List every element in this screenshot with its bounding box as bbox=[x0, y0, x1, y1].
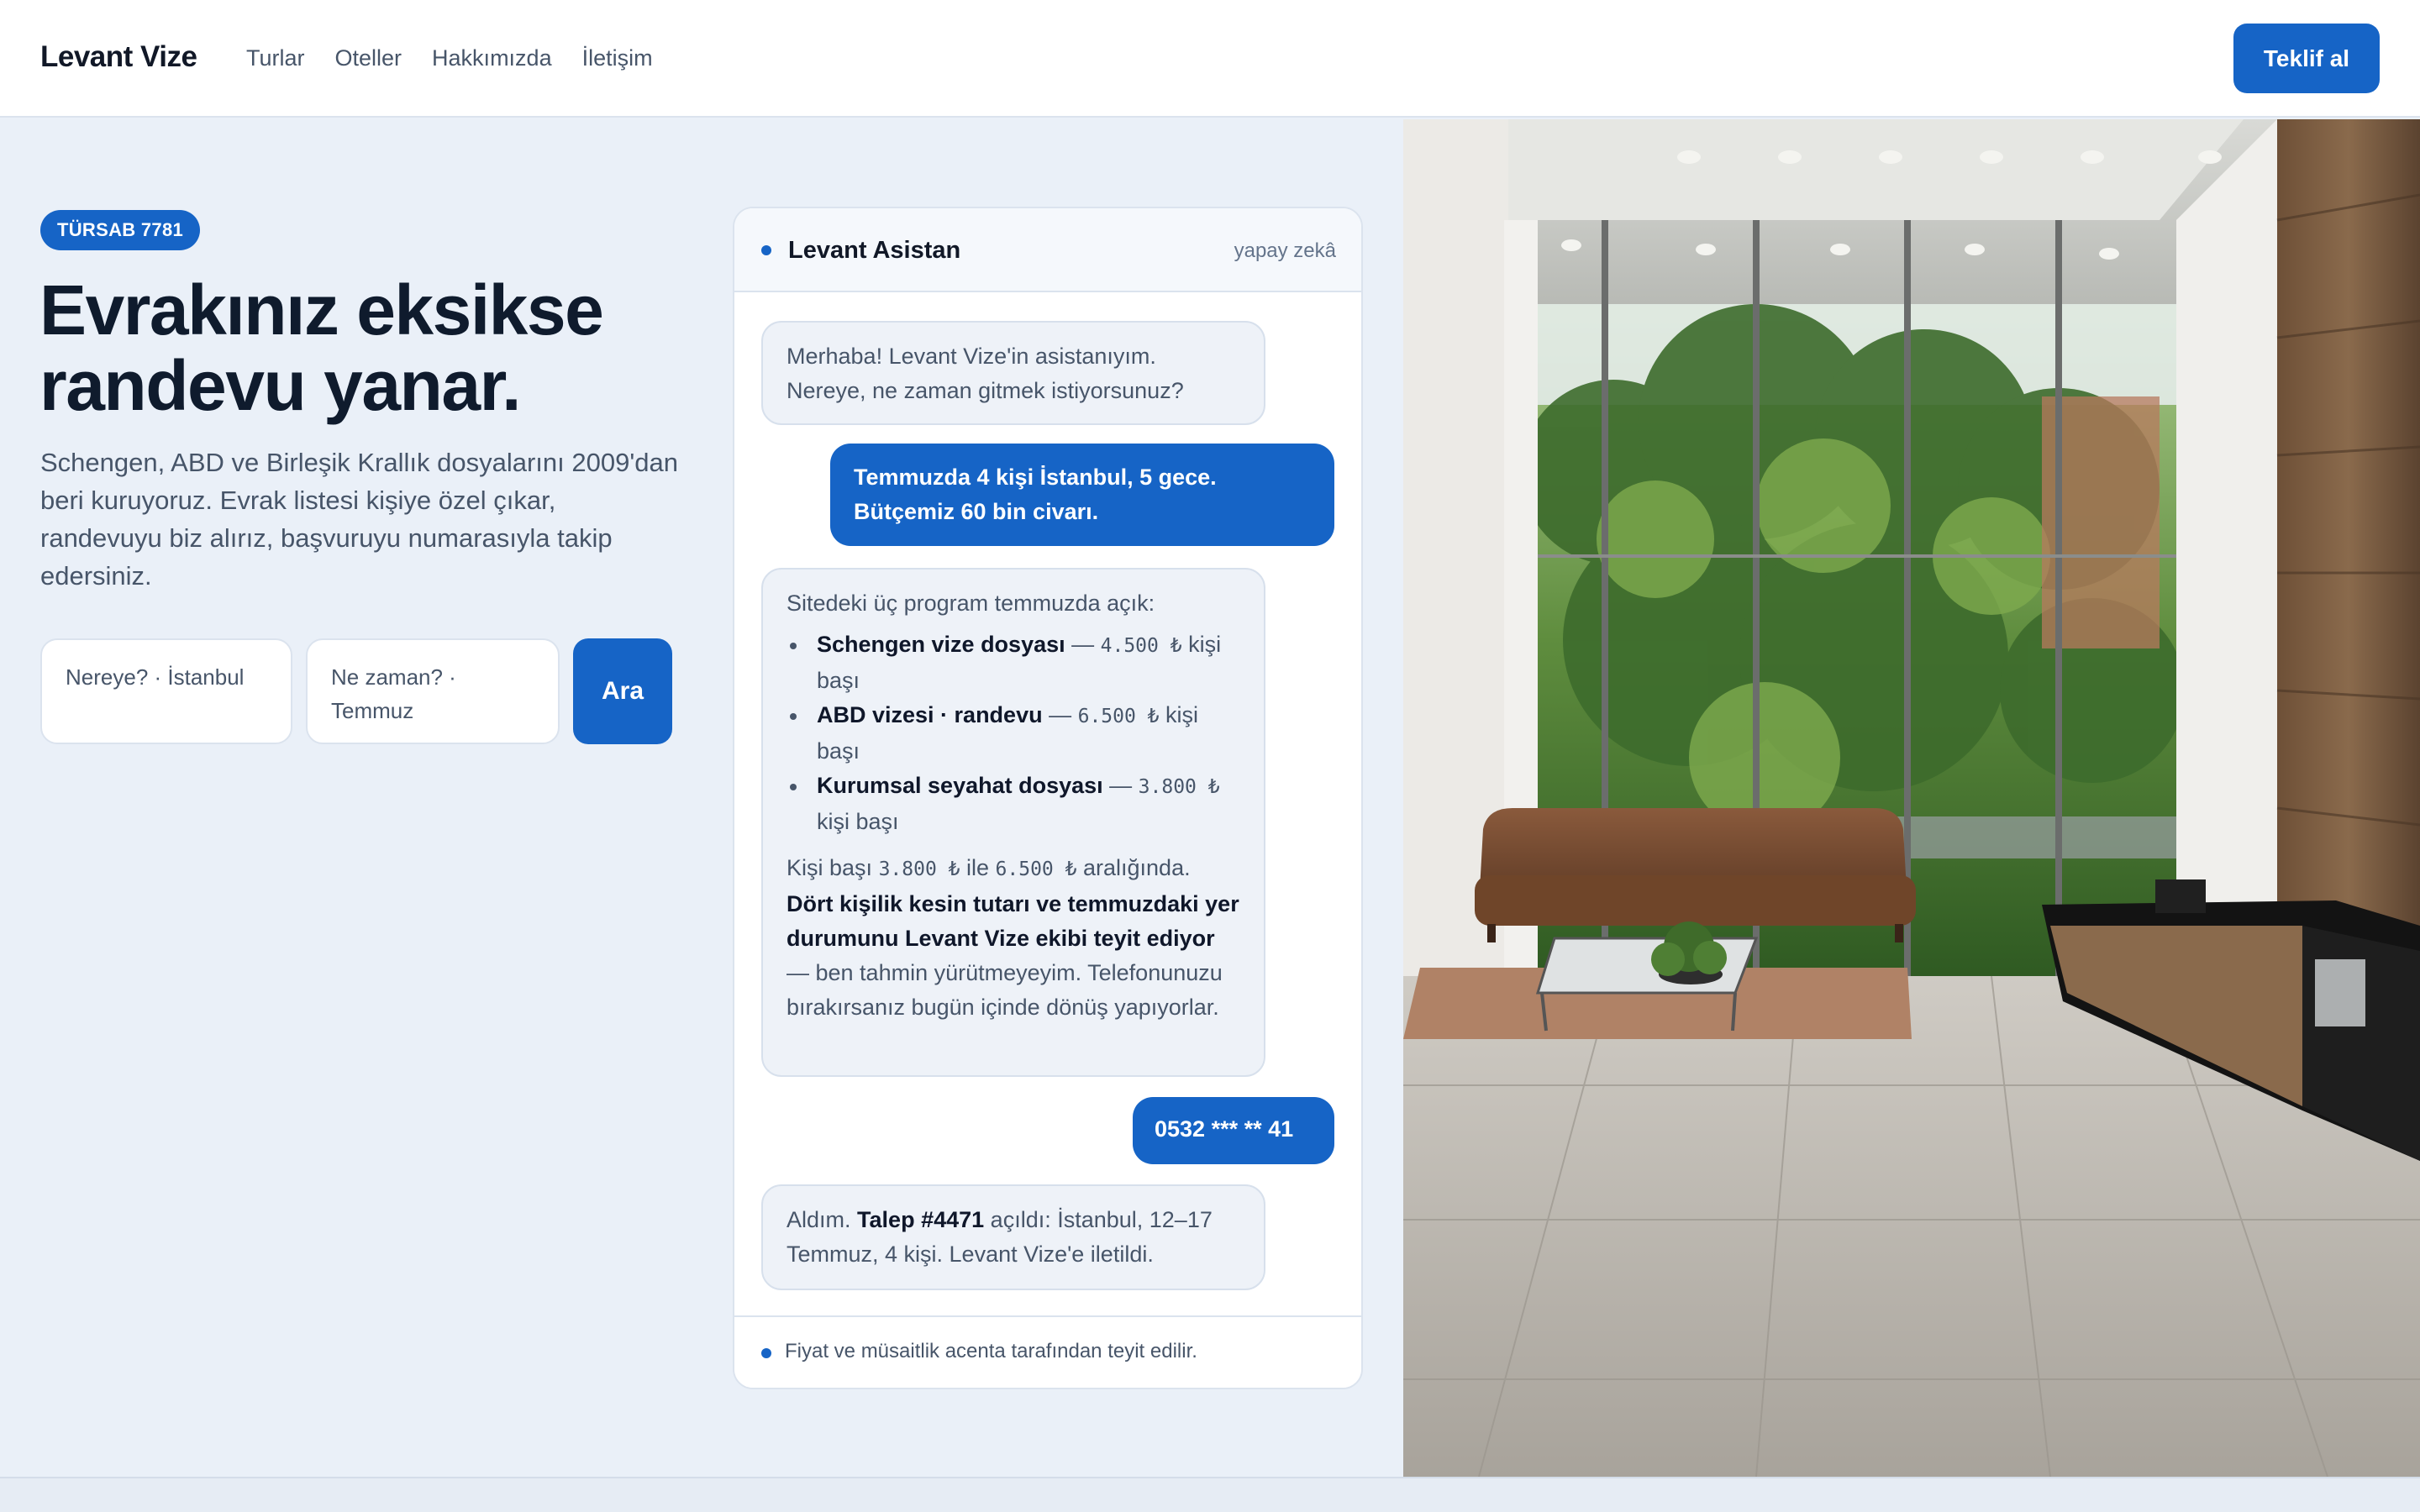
program-price: 6.500 ₺ bbox=[1077, 706, 1160, 727]
ai-label: yapay zekâ bbox=[1234, 239, 1336, 262]
user-message-request: Temmuzda 4 kişi İstanbul, 5 gece. Bütçem… bbox=[830, 444, 1334, 546]
online-status-dot bbox=[761, 245, 771, 255]
programs-intro: Sitedeki üç program temmuzda açık: bbox=[786, 591, 1155, 616]
assistant-chat-panel: Levant Asistan yapay zekâ Merhaba! Levan… bbox=[733, 207, 1363, 1389]
user-message-phone: 0532 *** ** 41 bbox=[1133, 1097, 1334, 1164]
range-mid: ile bbox=[966, 855, 990, 880]
range-prefix: Kişi başı bbox=[786, 855, 873, 880]
lobby-illustration bbox=[1403, 119, 2420, 1477]
brand-logo[interactable]: Levant Vize bbox=[40, 37, 197, 77]
program-list: Schengen vize dosyası — 4.500 ₺ kişi baş… bbox=[786, 627, 1240, 839]
list-item: Schengen vize dosyası — 4.500 ₺ kişi baş… bbox=[786, 627, 1240, 698]
nav-link-hakkimizda[interactable]: Hakkımızda bbox=[432, 42, 552, 74]
nav-link-turlar[interactable]: Turlar bbox=[246, 42, 305, 74]
ack-rest: açıldı: İstanbul, 12–17 Temmuz, 4 kişi. … bbox=[786, 1207, 1213, 1267]
program-name: ABD vizesi · randevu bbox=[817, 702, 1043, 727]
range-min: 3.800 ₺ bbox=[878, 858, 960, 880]
tursab-badge: TÜRSAB 7781 bbox=[40, 210, 201, 250]
top-navigation: Levant Vize Turlar Oteller Hakkımızda İl… bbox=[0, 0, 2420, 118]
price-unit: kişi başı bbox=[817, 809, 899, 834]
hero-headline: Evrakınız eksikse randevu yanar. bbox=[39, 272, 678, 423]
program-price: 3.800 ₺ bbox=[1138, 776, 1220, 798]
office-lobby-photo bbox=[1403, 119, 2420, 1477]
headline-line-2: randevu yanar. bbox=[39, 346, 521, 425]
disclaimer-text: Fiyat ve müsaitlik acenta tarafından tey… bbox=[785, 1340, 1197, 1362]
list-item: Kurumsal seyahat dosyası — 3.800 ₺ kişi … bbox=[786, 769, 1240, 839]
range-suffix: aralığında. bbox=[1083, 855, 1191, 880]
program-price: 4.500 ₺ bbox=[1100, 635, 1182, 657]
get-quote-button[interactable]: Teklif al bbox=[2233, 24, 2380, 93]
nav-link-oteller[interactable]: Oteller bbox=[335, 42, 402, 74]
program-name: Schengen vize dosyası bbox=[817, 632, 1065, 657]
confirm-rest: — ben tahmin yürütmeyeyim. Telefonunuzu … bbox=[786, 960, 1223, 1020]
ticket-number: Talep #4471 bbox=[857, 1207, 985, 1232]
nav-links: Turlar Oteller Hakkımızda İletişim bbox=[246, 42, 653, 74]
chat-footer: Fiyat ve müsaitlik acenta tarafından tey… bbox=[734, 1315, 1361, 1388]
date-placeholder: Ne zaman? · Temmuz bbox=[331, 664, 456, 723]
hero-lead-text: Schengen, ABD ve Birleşik Krallık dosyal… bbox=[40, 448, 678, 591]
price-range-note: Kişi başı 3.800 ₺ ile 6.500 ₺ aralığında… bbox=[786, 851, 1240, 1025]
bot-message-greeting: Merhaba! Levant Vize'in asistanıyım. Ner… bbox=[761, 321, 1265, 425]
chat-header: Levant Asistan yapay zekâ bbox=[734, 208, 1361, 292]
nav-link-iletisim[interactable]: İletişim bbox=[582, 42, 653, 74]
list-item: ABD vizesi · randevu — 6.500 ₺ kişi başı bbox=[786, 698, 1240, 769]
confirm-bold: Dört kişilik kesin tutarı ve temmuzdaki … bbox=[786, 891, 1239, 951]
bot-message-ticket: Aldım. Talep #4471 açıldı: İstanbul, 12–… bbox=[761, 1184, 1265, 1290]
program-name: Kurumsal seyahat dosyası bbox=[817, 773, 1103, 798]
bot-message-programs: Sitedeki üç program temmuzda açık: Schen… bbox=[761, 568, 1265, 1077]
destination-placeholder: Nereye? · İstanbul bbox=[66, 664, 245, 690]
search-button[interactable]: Ara bbox=[573, 638, 672, 744]
info-dot bbox=[761, 1348, 771, 1358]
ack-prefix: Aldım. bbox=[786, 1207, 851, 1232]
range-max: 6.500 ₺ bbox=[995, 858, 1077, 880]
destination-input[interactable]: Nereye? · İstanbul bbox=[40, 638, 292, 744]
chat-title: Levant Asistan bbox=[788, 237, 961, 264]
headline-line-1: Evrakınız eksikse bbox=[39, 270, 604, 349]
date-input[interactable]: Ne zaman? · Temmuz bbox=[306, 638, 560, 744]
next-section-edge bbox=[0, 1477, 2420, 1512]
